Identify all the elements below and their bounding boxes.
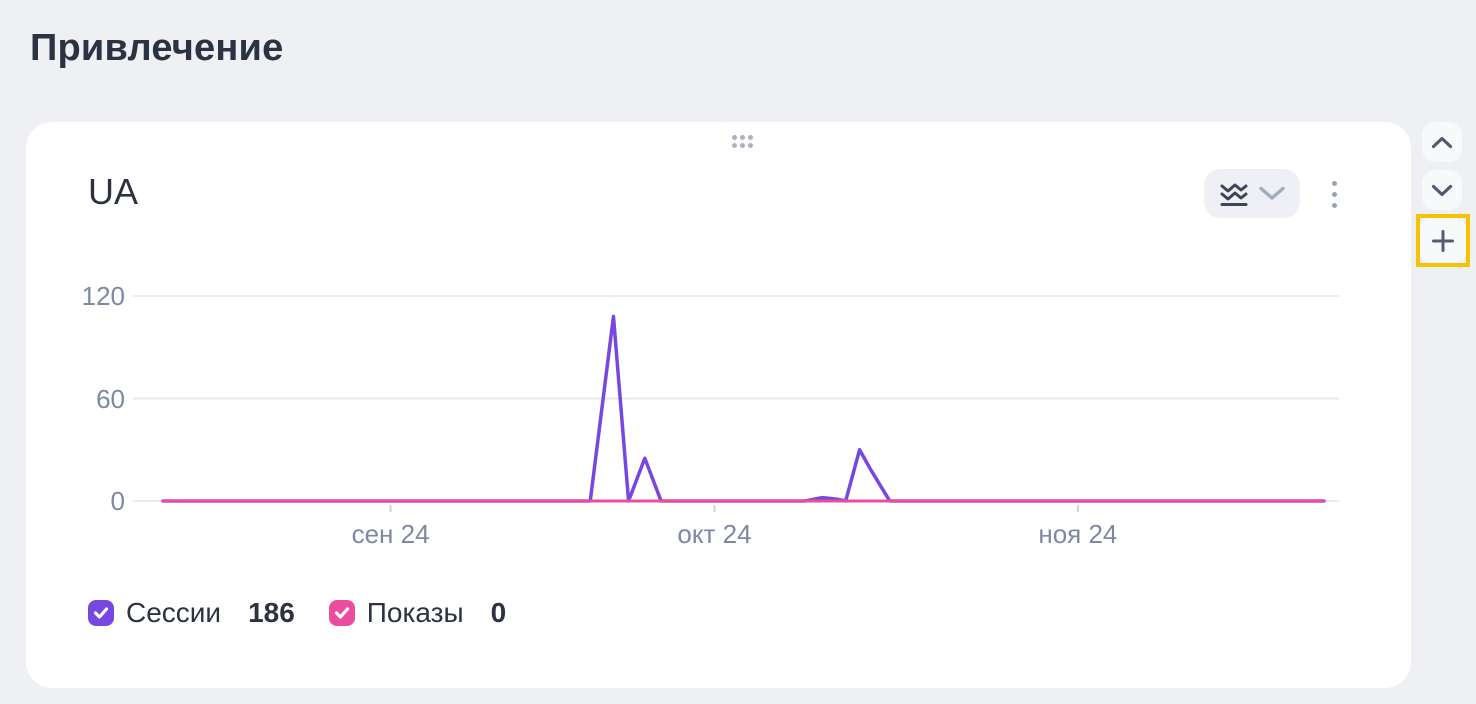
kebab-menu-icon bbox=[1332, 181, 1337, 186]
sessions-checkbox[interactable] bbox=[88, 600, 114, 626]
chevron-down-icon bbox=[1258, 186, 1286, 201]
more-options-button[interactable] bbox=[1320, 174, 1348, 214]
chart-type-selector-button[interactable] bbox=[1204, 169, 1300, 218]
x-axis-labels: сен 24 окт 24 ноя 24 bbox=[133, 517, 1339, 551]
legend-value-sessions: 186 bbox=[248, 597, 295, 629]
legend-value-impressions: 0 bbox=[491, 597, 507, 629]
legend: Сессии 186 Показы 0 bbox=[88, 597, 506, 629]
legend-item-sessions[interactable]: Сессии 186 bbox=[88, 597, 295, 629]
line-waves-icon bbox=[1219, 180, 1249, 207]
chart-svg bbox=[133, 280, 1339, 520]
add-widget-button[interactable] bbox=[1420, 218, 1466, 263]
legend-label-sessions: Сессии bbox=[126, 597, 221, 629]
page: Привлечение UA 06 bbox=[0, 0, 1476, 704]
move-widget-down-button[interactable] bbox=[1422, 170, 1462, 210]
legend-item-impressions[interactable]: Показы 0 bbox=[329, 597, 506, 629]
chevron-down-icon bbox=[1431, 184, 1453, 197]
y-axis-tick-label: 120 bbox=[82, 281, 125, 311]
page-title: Привлечение bbox=[30, 26, 283, 70]
plus-icon bbox=[1431, 229, 1455, 253]
checkmark-icon bbox=[334, 606, 350, 620]
checkmark-icon bbox=[93, 606, 109, 620]
y-axis-tick-label: 60 bbox=[96, 384, 125, 414]
legend-label-impressions: Показы bbox=[367, 597, 464, 629]
drag-handle-icon[interactable] bbox=[728, 131, 757, 152]
y-axis-tick-label: 0 bbox=[111, 486, 125, 516]
impressions-checkbox[interactable] bbox=[329, 600, 355, 626]
move-widget-up-button[interactable] bbox=[1422, 122, 1462, 162]
chevron-up-icon bbox=[1431, 136, 1453, 149]
highlight-box bbox=[1416, 214, 1470, 267]
x-axis-tick-label: сен 24 bbox=[352, 519, 430, 549]
x-axis-tick-label: ноя 24 bbox=[1038, 519, 1117, 549]
chart-widget-card: UA 060120 сен 24окт 24ноя 24 bbox=[26, 122, 1411, 688]
x-axis-tick-label: окт 24 bbox=[677, 519, 751, 549]
